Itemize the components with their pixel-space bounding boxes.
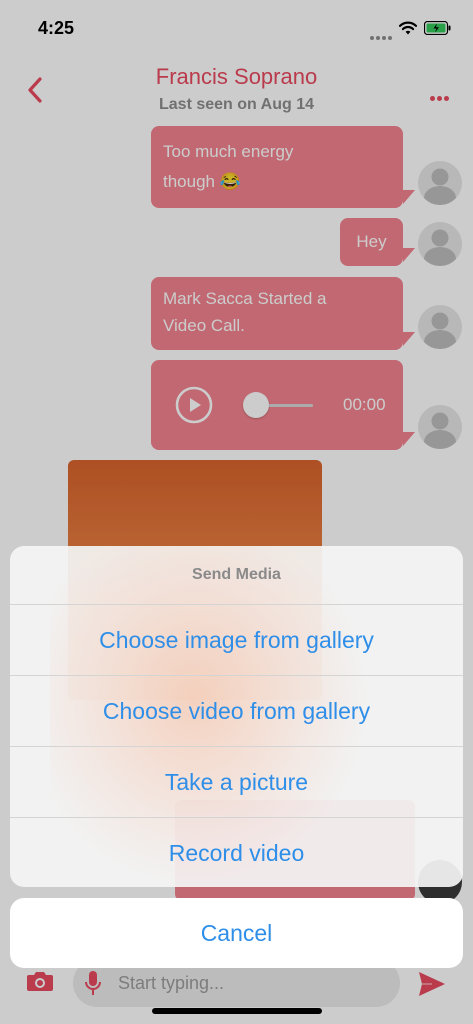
choose-video-option[interactable]: Choose video from gallery bbox=[10, 675, 463, 746]
home-indicator bbox=[152, 1008, 322, 1014]
choose-image-option[interactable]: Choose image from gallery bbox=[10, 604, 463, 675]
chat-screen: 4:25 Francis Soprano Last seen on Aug 14… bbox=[0, 0, 473, 1024]
send-media-action-sheet: Send Media Choose image from gallery Cho… bbox=[10, 546, 463, 887]
record-video-option[interactable]: Record video bbox=[10, 817, 463, 887]
cancel-button[interactable]: Cancel bbox=[10, 898, 463, 968]
take-picture-option[interactable]: Take a picture bbox=[10, 746, 463, 817]
action-sheet-title: Send Media bbox=[192, 566, 281, 583]
